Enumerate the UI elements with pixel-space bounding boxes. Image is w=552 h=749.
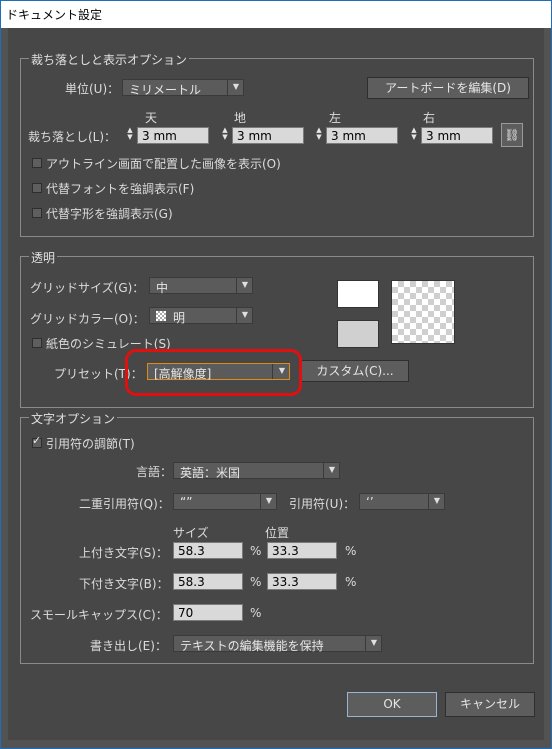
bleed-top-input[interactable]: 3 mm xyxy=(137,127,209,144)
export-label: 書き出し(E)： xyxy=(90,639,167,653)
dropdown-separator xyxy=(428,494,429,509)
cancel-button[interactable]: キャンセル xyxy=(445,692,535,717)
percent-label: % xyxy=(250,606,262,620)
percent-label: % xyxy=(250,575,262,589)
highlight-fonts-checkbox[interactable] xyxy=(32,183,42,193)
bleed-left-input[interactable]: 3 mm xyxy=(326,127,398,144)
chevron-down-icon: ▼ xyxy=(232,82,239,91)
outline-images-label: アウトライン画面で配置した画像を表示(O) xyxy=(46,157,281,171)
percent-label: % xyxy=(345,575,357,589)
export-value: テキストの編集機能を保持 xyxy=(180,639,324,653)
grid-size-dropdown[interactable]: 中 ▼ xyxy=(149,277,253,295)
bleed-left-stepper[interactable]: ▲ ▼ xyxy=(313,127,325,144)
chevron-down-icon: ▼ xyxy=(370,638,377,647)
paper-simulation-checkbox[interactable] xyxy=(32,338,42,348)
header-left: 左 xyxy=(329,111,342,125)
double-quotes-dropdown[interactable]: “” ▼ xyxy=(173,493,277,510)
units-dropdown[interactable]: ミリメートル ▼ xyxy=(122,79,244,97)
chevron-down-icon: ▼ xyxy=(241,310,248,319)
grid-size-label: グリッドサイズ(G)： xyxy=(30,281,145,295)
grid-color-swatch-gray[interactable] xyxy=(337,320,379,348)
dropdown-separator xyxy=(323,463,324,478)
window-title: ドキュメント設定 xyxy=(6,8,103,22)
highlight-glyphs-checkbox[interactable] xyxy=(32,208,42,218)
link-bleed-button[interactable]: ⛓ xyxy=(501,123,523,147)
ok-button[interactable]: OK xyxy=(347,692,437,717)
custom-preset-button[interactable]: カスタム(C)... xyxy=(301,360,409,382)
header-right: 右 xyxy=(423,111,436,125)
units-label: 単位(U)： xyxy=(65,82,120,96)
bleed-bottom-value: 3 mm xyxy=(237,129,272,143)
bleed-top-value: 3 mm xyxy=(142,129,177,143)
language-label: 言語： xyxy=(136,465,173,479)
export-dropdown[interactable]: テキストの編集機能を保持 ▼ xyxy=(173,635,382,653)
transparency-group-legend: 透明 xyxy=(29,249,58,266)
position-column-header: 位置 xyxy=(265,526,290,540)
smallcaps-value: 70 xyxy=(178,606,194,620)
percent-label: % xyxy=(345,544,357,558)
chevron-down-icon: ▼ xyxy=(265,496,272,505)
checker-swatch-icon xyxy=(156,311,166,321)
bleed-right-input[interactable]: 3 mm xyxy=(421,127,493,144)
type-group-legend: 文字オプション xyxy=(29,410,118,427)
smallcaps-input[interactable]: 70 xyxy=(173,604,243,621)
language-value: 英語：米国 xyxy=(180,466,241,480)
superscript-size-input[interactable]: 58.3 xyxy=(173,542,243,559)
document-setup-dialog: ドキュメント設定 裁ち落としと表示オプション 単位(U)： ミリメートル ▼ ア… xyxy=(0,0,552,749)
superscript-position-input[interactable]: 33.3 xyxy=(267,542,337,559)
dropdown-separator xyxy=(365,636,366,651)
subscript-label: 下付き文字(B)： xyxy=(79,577,169,591)
grid-size-value: 中 xyxy=(156,281,169,295)
dropdown-separator xyxy=(236,308,237,323)
highlight-glyphs-label: 代替字形を強調表示(G) xyxy=(46,207,173,221)
size-column-header: サイズ xyxy=(173,526,209,540)
percent-label: % xyxy=(250,544,262,558)
dialog-content: 裁ち落としと表示オプション 単位(U)： ミリメートル ▼ アートボードを編集(… xyxy=(8,28,544,740)
edit-artboard-button[interactable]: アートボードを編集(D) xyxy=(367,77,529,99)
double-quotes-value: “” xyxy=(180,495,193,509)
double-quotes-label: 二重引用符(Q)： xyxy=(79,497,170,511)
superscript-label: 上付き文字(S)： xyxy=(79,546,168,560)
red-highlight-annotation xyxy=(125,349,302,396)
bleed-left-value: 3 mm xyxy=(331,129,366,143)
subscript-size-input[interactable]: 58.3 xyxy=(173,573,243,590)
chain-link-icon: ⛓ xyxy=(504,128,520,142)
smallcaps-label: スモールキャップス(C)： xyxy=(30,608,168,622)
units-value: ミリメートル xyxy=(129,83,202,97)
grid-color-dropdown[interactable]: 明 ▼ xyxy=(149,307,253,325)
header-top: 天 xyxy=(145,111,158,125)
transparency-grid-preview xyxy=(391,280,455,344)
dropdown-separator xyxy=(227,80,228,95)
bleed-label: 裁ち落とし(L)： xyxy=(28,130,117,144)
header-bottom: 地 xyxy=(234,111,247,125)
highlight-fonts-label: 代替フォントを強調表示(F) xyxy=(46,182,195,196)
bleed-group-legend: 裁ち落としと表示オプション xyxy=(29,51,190,68)
bleed-right-stepper[interactable]: ▲ ▼ xyxy=(408,127,420,144)
single-quotes-label: 引用符(U)： xyxy=(289,497,356,511)
bleed-bottom-input[interactable]: 3 mm xyxy=(232,127,304,144)
bleed-right-value: 3 mm xyxy=(426,129,461,143)
quotes-label: 引用符の調節(T) xyxy=(46,437,135,451)
bleed-bottom-stepper[interactable]: ▲ ▼ xyxy=(219,127,231,144)
grid-color-swatch-white[interactable] xyxy=(337,280,379,308)
outline-images-checkbox[interactable] xyxy=(32,158,42,168)
subscript-position-value: 33.3 xyxy=(272,575,299,589)
superscript-size-value: 58.3 xyxy=(178,544,205,558)
chevron-down-icon: ▼ xyxy=(433,496,440,505)
grid-color-label: グリッドカラー(O)： xyxy=(30,312,145,326)
dropdown-separator xyxy=(236,278,237,293)
subscript-position-input[interactable]: 33.3 xyxy=(267,573,337,590)
bleed-top-stepper[interactable]: ▲ ▼ xyxy=(124,127,136,144)
subscript-size-value: 58.3 xyxy=(178,575,205,589)
superscript-position-value: 33.3 xyxy=(272,544,299,558)
title-bar: ドキュメント設定 xyxy=(1,1,551,28)
chevron-down-icon: ▼ xyxy=(241,280,248,289)
grid-color-value: 明 xyxy=(173,311,186,325)
chevron-down-icon: ▼ xyxy=(328,465,335,474)
language-dropdown[interactable]: 英語：米国 ▼ xyxy=(173,462,340,480)
dropdown-separator xyxy=(260,494,261,509)
single-quotes-dropdown[interactable]: ‘’ ▼ xyxy=(359,493,445,510)
checkmark-icon: ✓ xyxy=(32,434,42,447)
single-quotes-value: ‘’ xyxy=(366,495,374,509)
